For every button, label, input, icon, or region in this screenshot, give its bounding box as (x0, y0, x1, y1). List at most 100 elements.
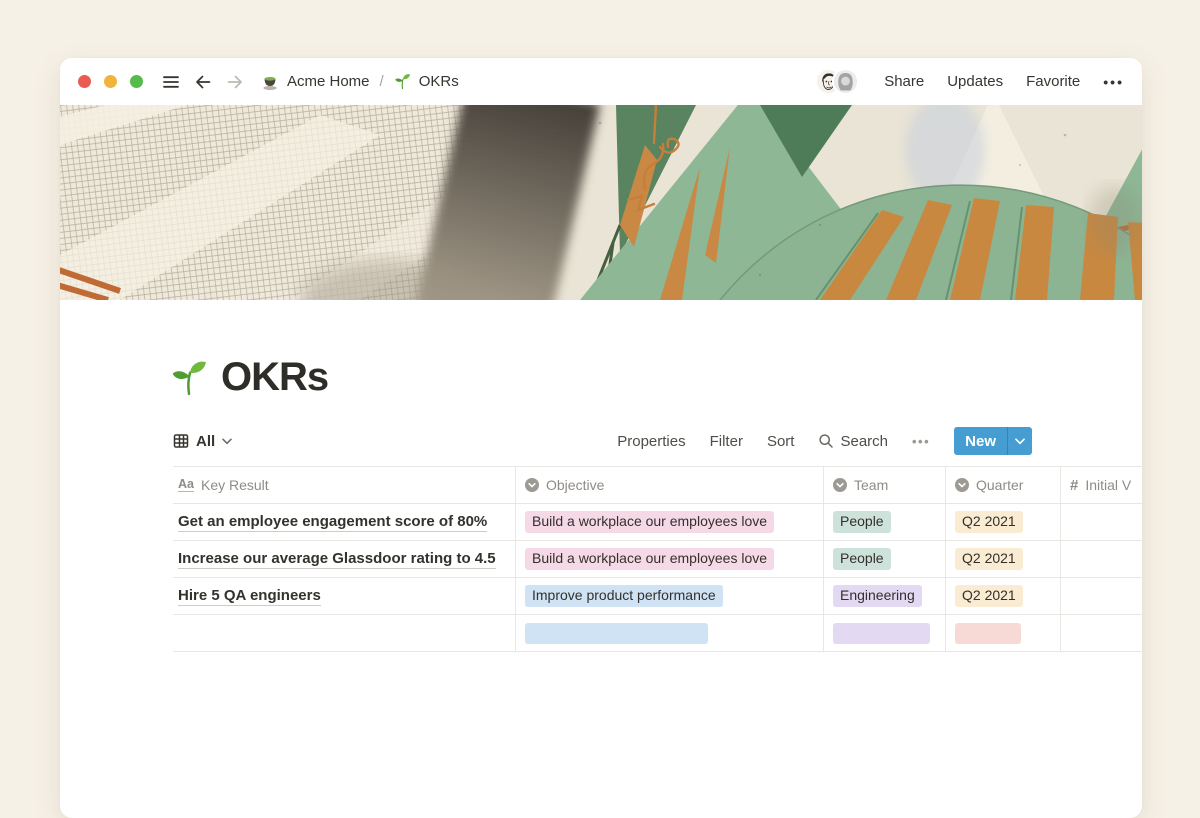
toolbar-actions: Properties Filter Sort Search ••• New (617, 427, 1032, 455)
team-cell[interactable]: Engineering (824, 578, 946, 614)
share-button[interactable]: Share (884, 73, 924, 90)
new-button-dropdown[interactable] (1007, 427, 1032, 455)
close-window-button[interactable] (78, 75, 91, 88)
seedling-icon (394, 73, 411, 90)
key-result-cell[interactable]: Hire 5 QA engineers (173, 578, 516, 614)
select-property-icon (955, 478, 969, 492)
breadcrumb: Acme Home / OKRs (261, 73, 459, 91)
new-button[interactable]: New (954, 427, 1032, 455)
initial-value-cell[interactable] (1061, 615, 1142, 651)
chevron-down-icon (222, 438, 232, 445)
table-row[interactable]: Get an employee engagement score of 80% … (173, 504, 1142, 541)
column-label: Team (854, 477, 888, 493)
column-label: Objective (546, 477, 604, 493)
more-options-button[interactable]: ••• (1103, 74, 1124, 90)
updates-button[interactable]: Updates (947, 73, 1003, 90)
quarter-cell[interactable]: Q2 2021 (946, 578, 1061, 614)
objective-tag: Build a workplace our employees love (525, 548, 774, 571)
initial-value-cell[interactable] (1061, 578, 1142, 614)
okr-table: Aa Key Result Objective Team Quarter # (173, 466, 1142, 652)
key-result-cell[interactable]: Increase our average Glassdoor rating to… (173, 541, 516, 577)
seedling-icon (170, 359, 208, 397)
objective-cell[interactable]: Improve product performance (516, 578, 824, 614)
view-name: All (196, 433, 215, 450)
filter-button[interactable]: Filter (710, 433, 743, 450)
column-header-team[interactable]: Team (824, 467, 946, 503)
team-cell[interactable]: People (824, 541, 946, 577)
objective-tag: Build a workplace our employees love (525, 511, 774, 534)
quarter-cell[interactable] (946, 615, 1061, 651)
window-controls (78, 75, 143, 88)
view-switcher[interactable]: All (173, 433, 232, 450)
breadcrumb-workspace[interactable]: Acme Home (287, 73, 370, 90)
objective-tag: Improve product performance (525, 585, 723, 608)
toolbar-more-button[interactable]: ••• (912, 434, 930, 449)
team-tag (833, 623, 930, 644)
breadcrumb-page[interactable]: OKRs (419, 73, 459, 90)
page-icon[interactable] (170, 359, 208, 397)
key-result-text: Get an employee engagement score of 80% (178, 513, 487, 532)
back-button[interactable] (191, 70, 215, 94)
initial-value-cell[interactable] (1061, 541, 1142, 577)
maximize-window-button[interactable] (130, 75, 143, 88)
new-button-label[interactable]: New (954, 427, 1007, 455)
page-header: OKRs (170, 355, 1142, 400)
botanical-collage-art (60, 105, 1142, 300)
database-toolbar: All Properties Filter Sort Search ••• Ne… (173, 425, 1032, 457)
team-cell[interactable] (824, 615, 946, 651)
table-view-icon (173, 433, 189, 449)
titlebar: Acme Home / OKRs (60, 58, 1142, 105)
initial-value-cell[interactable] (1061, 504, 1142, 540)
avatar[interactable] (832, 68, 859, 95)
select-property-icon (833, 478, 847, 492)
quarter-tag: Q2 2021 (955, 548, 1023, 571)
search-button[interactable]: Search (818, 433, 888, 450)
objective-cell[interactable]: Build a workplace our employees love (516, 504, 824, 540)
column-header-quarter[interactable]: Quarter (946, 467, 1061, 503)
number-property-icon: # (1070, 477, 1078, 494)
sort-button[interactable]: Sort (767, 433, 795, 450)
column-label: Key Result (201, 477, 269, 493)
team-tag: People (833, 548, 891, 571)
select-property-icon (525, 478, 539, 492)
key-result-text: Hire 5 QA engineers (178, 587, 321, 606)
search-label: Search (840, 433, 888, 450)
column-label: Initial V (1085, 477, 1131, 493)
quarter-tag: Q2 2021 (955, 511, 1023, 534)
key-result-text: Increase our average Glassdoor rating to… (178, 550, 496, 569)
objective-cell[interactable] (516, 615, 824, 651)
column-header-objective[interactable]: Objective (516, 467, 824, 503)
favorite-button[interactable]: Favorite (1026, 73, 1080, 90)
minimize-window-button[interactable] (104, 75, 117, 88)
team-cell[interactable]: People (824, 504, 946, 540)
quarter-cell[interactable]: Q2 2021 (946, 541, 1061, 577)
titlebar-actions: Share Updates Favorite ••• (815, 68, 1124, 95)
title-property-icon: Aa (178, 478, 194, 493)
page-title[interactable]: OKRs (221, 355, 328, 400)
column-header-key-result[interactable]: Aa Key Result (173, 467, 516, 503)
forward-button[interactable] (223, 70, 247, 94)
quarter-tag: Q2 2021 (955, 585, 1023, 608)
search-icon (818, 433, 834, 449)
quarter-cell[interactable]: Q2 2021 (946, 504, 1061, 540)
table-header-row: Aa Key Result Objective Team Quarter # (173, 467, 1142, 504)
column-header-initial-value[interactable]: # Initial V (1061, 467, 1142, 503)
page-cover-image[interactable] (60, 105, 1142, 300)
quarter-tag (955, 623, 1021, 644)
key-result-cell[interactable]: Get an employee engagement score of 80% (173, 504, 516, 540)
key-result-cell[interactable] (173, 615, 516, 651)
sidebar-menu-button[interactable] (159, 70, 183, 94)
collaborator-avatars (815, 68, 859, 95)
column-label: Quarter (976, 477, 1023, 493)
notion-app-window: Acme Home / OKRs (60, 58, 1142, 818)
page-content: OKRs All Properties Filter Sort Search •… (60, 355, 1142, 652)
properties-button[interactable]: Properties (617, 433, 685, 450)
team-tag: Engineering (833, 585, 922, 608)
table-row[interactable]: Hire 5 QA engineers Improve product perf… (173, 578, 1142, 615)
arrow-right-icon (225, 72, 245, 92)
arrow-left-icon (193, 72, 213, 92)
objective-cell[interactable]: Build a workplace our employees love (516, 541, 824, 577)
table-row[interactable]: Increase our average Glassdoor rating to… (173, 541, 1142, 578)
table-row[interactable] (173, 615, 1142, 652)
team-tag: People (833, 511, 891, 534)
